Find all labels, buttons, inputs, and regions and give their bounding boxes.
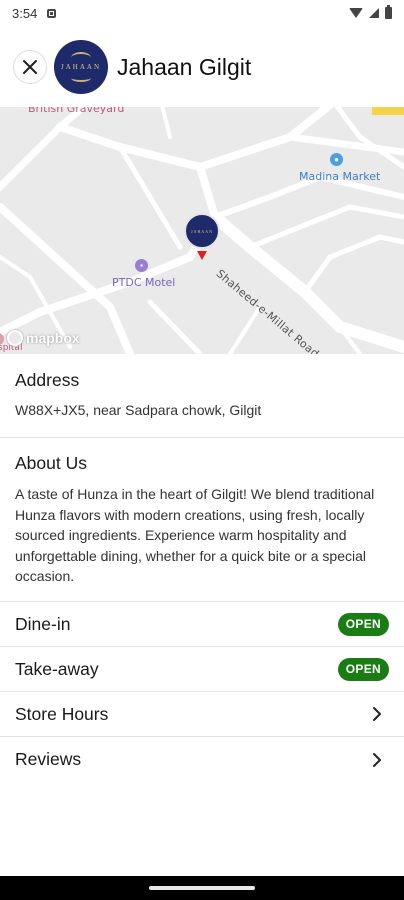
signal-icon	[369, 8, 379, 18]
restaurant-name: Jahaan Gilgit	[117, 53, 252, 80]
about-title: About Us	[15, 453, 87, 473]
notification-icon	[47, 8, 57, 18]
reviews-row[interactable]: Reviews	[0, 737, 404, 782]
reviews-label: Reviews	[15, 749, 82, 769]
system-nav-bar	[0, 876, 404, 900]
take-away-row: Take-away OPEN	[0, 647, 404, 692]
close-icon	[23, 60, 37, 74]
status-time: 3:54	[12, 5, 38, 21]
store-hours-label: Store Hours	[15, 703, 109, 724]
map-label-motel: PTDC Motel	[112, 276, 176, 289]
market-poi-icon: ●	[330, 153, 343, 166]
about-text: A taste of Hunza in the heart of Gilgit!…	[15, 486, 375, 584]
status-bar: 3:54	[0, 0, 404, 26]
address-section: Address W88X+JX5, near Sadpara chowk, Gi…	[0, 354, 404, 438]
battery-icon	[385, 5, 392, 19]
mapbox-attribution[interactable]: mapbox	[7, 330, 80, 346]
status-indicators	[349, 5, 392, 19]
header: JAHAAN Jahaan Gilgit	[0, 30, 404, 104]
dine-in-row: Dine-in OPEN	[0, 602, 404, 647]
mapbox-icon	[7, 330, 23, 346]
wifi-icon	[349, 8, 363, 18]
dine-in-status-badge: OPEN	[337, 612, 389, 636]
address-value: W88X+JX5, near Sadpara chowk, Gilgit	[15, 402, 262, 418]
location-map[interactable]: British Graveyard ● Madina Market ▪ PTDC…	[0, 107, 404, 354]
chevron-right-icon	[373, 707, 381, 721]
home-gesture-handle[interactable]	[149, 886, 255, 890]
take-away-label: Take-away	[15, 658, 99, 679]
location-pin-icon	[197, 251, 207, 260]
dine-in-label: Dine-in	[15, 613, 71, 634]
store-hours-row[interactable]: Store Hours	[0, 692, 404, 737]
restaurant-logo: JAHAAN	[54, 40, 108, 94]
map-label-graveyard: British Graveyard	[28, 107, 125, 115]
marker-logo-text: JAHAAN	[191, 228, 213, 234]
restaurant-map-marker[interactable]: JAHAAN	[184, 213, 220, 249]
close-button[interactable]	[13, 50, 47, 84]
take-away-status-badge: OPEN	[337, 657, 389, 681]
mapbox-text: mapbox	[26, 330, 80, 346]
motel-poi-icon: ▪	[135, 259, 148, 272]
logo-text: JAHAAN	[61, 63, 101, 71]
about-section: About Us A taste of Hunza in the heart o…	[0, 438, 404, 602]
address-title: Address	[15, 370, 80, 390]
map-label-market: Madina Market	[299, 170, 381, 183]
chevron-right-icon	[373, 752, 381, 767]
